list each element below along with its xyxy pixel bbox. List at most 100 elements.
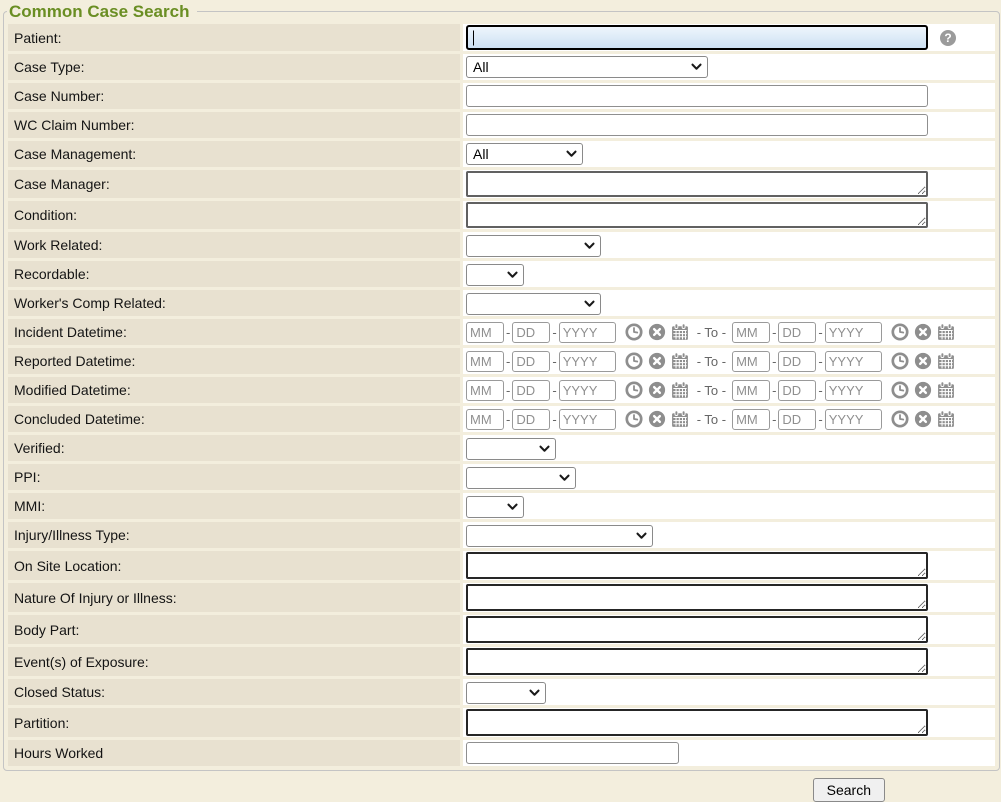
case-number-input[interactable] xyxy=(466,85,928,107)
row-events-of-exposure: Event(s) of Exposure: xyxy=(8,647,995,676)
injury-illness-type-select[interactable] xyxy=(466,525,653,547)
row-workers-comp-related: Worker's Comp Related: xyxy=(8,290,995,316)
to-label: - To - xyxy=(697,412,726,427)
reported-to-calendar-icon[interactable] xyxy=(937,352,955,370)
modified-from-day-input[interactable] xyxy=(512,380,550,401)
reported-from-clear-icon[interactable] xyxy=(648,352,666,370)
modified-to-year-input[interactable] xyxy=(825,380,882,401)
reported-to-time-icon[interactable] xyxy=(891,352,909,370)
row-verified: Verified: xyxy=(8,435,995,461)
modified-from-clear-icon[interactable] xyxy=(648,381,666,399)
date-separator: - xyxy=(506,354,510,369)
incident-to-day-input[interactable] xyxy=(778,322,816,343)
incident-to-clear-icon[interactable] xyxy=(914,323,932,341)
help-icon[interactable]: ? xyxy=(940,30,956,46)
incident-from-time-icon[interactable] xyxy=(625,323,643,341)
concluded-to-calendar-icon[interactable] xyxy=(937,410,955,428)
concluded-from-clear-icon[interactable] xyxy=(648,410,666,428)
concluded-to-year-input[interactable] xyxy=(825,409,882,430)
modified-to-calendar-icon[interactable] xyxy=(937,381,955,399)
reported-to-day-input[interactable] xyxy=(778,351,816,372)
x-circle-icon xyxy=(914,410,932,428)
hours-worked-label: Hours Worked xyxy=(8,740,460,766)
incident-from-year-input[interactable] xyxy=(559,322,616,343)
modified-to-time-icon[interactable] xyxy=(891,381,909,399)
incident-to-year-input[interactable] xyxy=(825,322,882,343)
work-related-select[interactable] xyxy=(466,235,601,257)
modified-from-time-icon[interactable] xyxy=(625,381,643,399)
nature-of-injury-textarea[interactable] xyxy=(466,584,928,611)
chevron-down-icon xyxy=(636,532,647,540)
case-manager-textarea[interactable] xyxy=(466,171,928,197)
concluded-from-time-icon[interactable] xyxy=(625,410,643,428)
calendar-icon xyxy=(671,381,689,399)
reported-from-month-input[interactable] xyxy=(466,351,504,372)
concluded-to-month-input[interactable] xyxy=(732,409,770,430)
incident-from-day-input[interactable] xyxy=(512,322,550,343)
row-on-site-location: On Site Location: xyxy=(8,551,995,580)
concluded-to-clear-icon[interactable] xyxy=(914,410,932,428)
modified-from-year-input[interactable] xyxy=(559,380,616,401)
row-partition: Partition: xyxy=(8,708,995,737)
ppi-select[interactable] xyxy=(466,467,576,489)
case-type-select[interactable]: All xyxy=(466,56,708,78)
concluded-to-day-input[interactable] xyxy=(778,409,816,430)
concluded-to-time-icon[interactable] xyxy=(891,410,909,428)
body-part-textarea[interactable] xyxy=(466,616,928,643)
patient-input[interactable] xyxy=(466,25,928,50)
date-separator: - xyxy=(552,325,556,340)
concluded-from-year-input[interactable] xyxy=(559,409,616,430)
incident-to-month-input[interactable] xyxy=(732,322,770,343)
wc-claim-number-input[interactable] xyxy=(466,114,928,136)
verified-select[interactable] xyxy=(466,438,556,460)
incident-from-month-input[interactable] xyxy=(466,322,504,343)
partition-label: Partition: xyxy=(8,708,460,737)
reported-from-day-input[interactable] xyxy=(512,351,550,372)
modified-to-day-input[interactable] xyxy=(778,380,816,401)
hours-worked-input[interactable] xyxy=(466,742,679,764)
modified-from-calendar-icon[interactable] xyxy=(671,381,689,399)
events-of-exposure-textarea[interactable] xyxy=(466,648,928,675)
form-footer: Search xyxy=(0,771,1001,802)
case-type-select-value: All xyxy=(473,59,489,75)
calendar-icon xyxy=(671,410,689,428)
reported-from-year-input[interactable] xyxy=(559,351,616,372)
mmi-select[interactable] xyxy=(466,496,524,518)
condition-textarea[interactable] xyxy=(466,202,928,228)
search-button[interactable]: Search xyxy=(813,778,885,802)
incident-to-calendar-icon[interactable] xyxy=(937,323,955,341)
case-management-select[interactable]: All xyxy=(466,143,583,165)
recordable-label: Recordable: xyxy=(8,261,460,287)
calendar-icon xyxy=(671,323,689,341)
clock-icon xyxy=(891,323,909,341)
wc-claim-number-label: WC Claim Number: xyxy=(8,112,460,138)
modified-to-month-input[interactable] xyxy=(732,380,770,401)
chevron-down-icon xyxy=(507,503,518,511)
concluded-from-calendar-icon[interactable] xyxy=(671,410,689,428)
calendar-icon xyxy=(937,410,955,428)
concluded-from-day-input[interactable] xyxy=(512,409,550,430)
reported-to-year-input[interactable] xyxy=(825,351,882,372)
recordable-select[interactable] xyxy=(466,264,524,286)
incident-from-clear-icon[interactable] xyxy=(648,323,666,341)
concluded-from-month-input[interactable] xyxy=(466,409,504,430)
reported-to-month-input[interactable] xyxy=(732,351,770,372)
workers-comp-related-select[interactable] xyxy=(466,293,601,315)
chevron-down-icon xyxy=(584,300,595,308)
reported-to-clear-icon[interactable] xyxy=(914,352,932,370)
date-separator: - xyxy=(818,412,822,427)
reported-from-time-icon[interactable] xyxy=(625,352,643,370)
closed-status-select[interactable] xyxy=(466,682,546,704)
reported-from-calendar-icon[interactable] xyxy=(671,352,689,370)
modified-from-month-input[interactable] xyxy=(466,380,504,401)
events-of-exposure-label: Event(s) of Exposure: xyxy=(8,647,460,676)
on-site-location-textarea[interactable] xyxy=(466,552,928,579)
partition-textarea[interactable] xyxy=(466,709,928,736)
injury-illness-type-label: Injury/Illness Type: xyxy=(8,522,460,548)
modified-to-clear-icon[interactable] xyxy=(914,381,932,399)
x-circle-icon xyxy=(914,323,932,341)
incident-from-calendar-icon[interactable] xyxy=(671,323,689,341)
calendar-icon xyxy=(937,352,955,370)
case-management-label: Case Management: xyxy=(8,141,460,167)
incident-to-time-icon[interactable] xyxy=(891,323,909,341)
